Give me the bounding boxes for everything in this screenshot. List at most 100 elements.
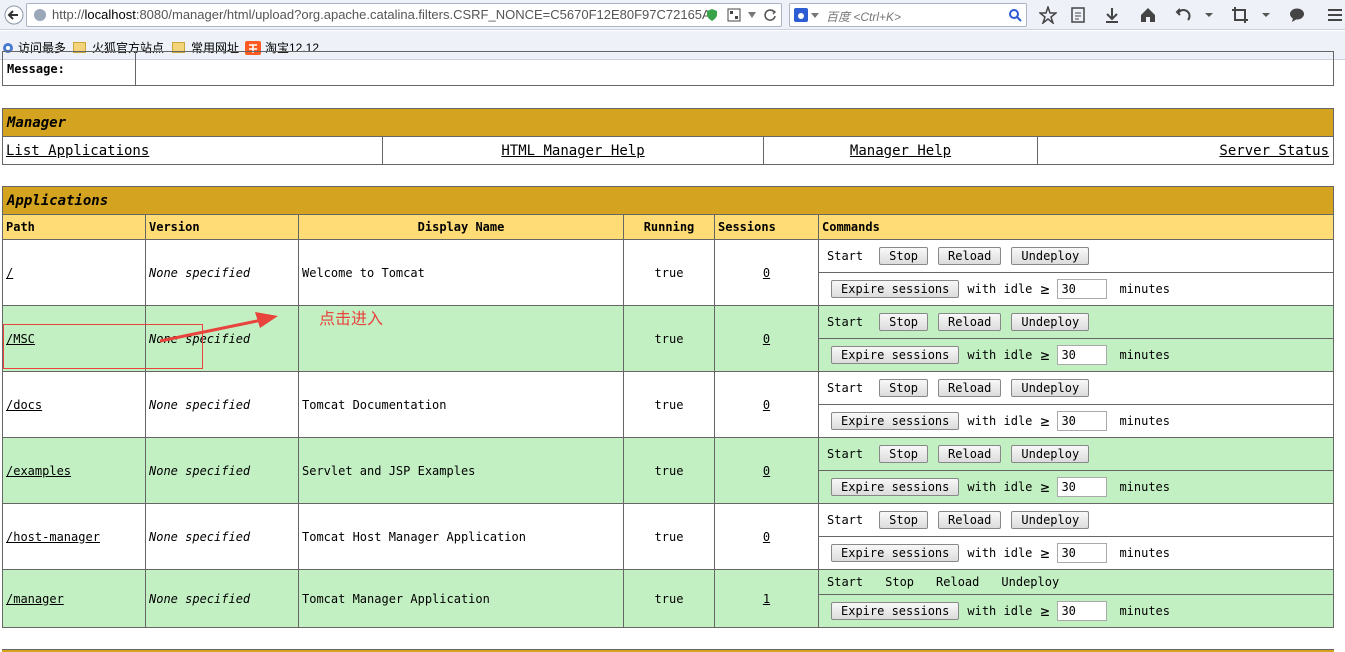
app-path-link[interactable]: /host-manager xyxy=(6,530,100,544)
app-path-link[interactable]: /manager xyxy=(6,592,64,606)
version-cell: None specified xyxy=(145,503,299,570)
column-header-commands: Commands xyxy=(818,214,1334,240)
idle-minutes-input[interactable]: 30 xyxy=(1057,279,1108,299)
home-button[interactable] xyxy=(1137,4,1159,26)
minutes-label: minutes xyxy=(1119,546,1171,560)
expire-sessions-button[interactable]: Expire sessions xyxy=(831,478,960,496)
sessions-link[interactable]: 0 xyxy=(763,464,770,478)
idle-minutes-input[interactable]: 30 xyxy=(1057,543,1108,563)
running-cell: true xyxy=(623,305,715,372)
menu-button[interactable] xyxy=(1324,4,1345,26)
sessions-cell: 0 xyxy=(714,239,819,306)
commands-cell: Start Stop Reload Undeploy Expire sessions wi… xyxy=(818,503,1334,570)
undeploy-button[interactable]: Undeploy xyxy=(1011,445,1090,463)
baidu-icon xyxy=(794,8,808,22)
path-cell: / xyxy=(2,239,146,306)
screenshot-button[interactable] xyxy=(1229,4,1251,26)
dropdown-arrow-icon[interactable] xyxy=(747,10,757,20)
reload-button[interactable]: Reload xyxy=(938,247,1002,265)
expire-sessions-button[interactable]: Expire sessions xyxy=(831,346,960,364)
search-bar[interactable]: 百度 <Ctrl+K> xyxy=(789,3,1027,27)
display-name-cell: Tomcat Host Manager Application xyxy=(298,503,624,570)
reload-button[interactable]: Reload xyxy=(938,445,1002,463)
reading-list-button[interactable] xyxy=(1067,4,1089,26)
minutes-label: minutes xyxy=(1119,282,1171,296)
url-rest: :8080/manager/html/upload?org.apache.cat… xyxy=(135,7,711,22)
path-cell: /host-manager xyxy=(2,503,146,570)
stop-button[interactable]: Stop xyxy=(879,445,929,463)
expire-sessions-button[interactable]: Expire sessions xyxy=(831,412,960,430)
server-status-link[interactable]: Server Status xyxy=(1219,143,1329,159)
minutes-label: minutes xyxy=(1119,604,1171,618)
search-icon[interactable] xyxy=(1008,8,1022,22)
idle-minutes-input[interactable]: 30 xyxy=(1057,411,1108,431)
command-row-start: Start Stop Reload Undeploy xyxy=(819,240,1333,272)
undeploy-button[interactable]: Undeploy xyxy=(1011,511,1090,529)
commands-cell: Start Stop Reload Undeploy Expire sessions wi… xyxy=(818,239,1334,306)
screenshot-menu-button[interactable] xyxy=(1255,4,1277,26)
column-header-display-name: Display Name xyxy=(298,214,624,240)
command-row-expire: Expire sessions with idle ≥30 minutes xyxy=(819,470,1333,503)
start-label: Start xyxy=(827,447,864,461)
expire-sessions-button[interactable]: Expire sessions xyxy=(831,280,960,298)
app-path-link[interactable]: /examples xyxy=(6,464,71,478)
search-engine-dropdown-icon[interactable] xyxy=(811,12,819,20)
chevron-down-icon xyxy=(1262,13,1270,17)
reload-button[interactable]: Reload xyxy=(938,379,1002,397)
manager-help-link[interactable]: Manager Help xyxy=(850,143,951,159)
command-row-start: Start Stop Reload Undeploy xyxy=(819,570,1333,594)
reload-icon[interactable] xyxy=(763,8,777,22)
sessions-cell: 0 xyxy=(714,371,819,438)
sessions-link[interactable]: 0 xyxy=(763,266,770,280)
manager-link-cell: Server Status xyxy=(1037,136,1334,165)
globe-icon xyxy=(34,9,46,21)
shield-icon[interactable] xyxy=(705,8,719,22)
stop-button[interactable]: Stop xyxy=(879,379,929,397)
qr-code-icon[interactable] xyxy=(727,8,741,22)
undo-menu-button[interactable] xyxy=(1198,4,1220,26)
sessions-link[interactable]: 0 xyxy=(763,398,770,412)
sessions-link[interactable]: 0 xyxy=(763,332,770,346)
html-manager-help-link[interactable]: HTML Manager Help xyxy=(501,143,644,159)
idle-minutes-input[interactable]: 30 xyxy=(1057,477,1108,497)
stop-label: Stop xyxy=(885,575,915,589)
idle-minutes-input[interactable]: 30 xyxy=(1057,601,1108,621)
with-idle-label: with idle xyxy=(967,414,1033,428)
app-path-link[interactable]: / xyxy=(6,266,13,280)
sessions-link[interactable]: 1 xyxy=(763,592,770,606)
stop-button[interactable]: Stop xyxy=(879,511,929,529)
downloads-button[interactable] xyxy=(1101,4,1123,26)
back-button[interactable] xyxy=(3,4,25,26)
reload-button[interactable]: Reload xyxy=(938,511,1002,529)
address-bar[interactable]: http://localhost:8080/manager/html/uploa… xyxy=(26,3,782,27)
undeploy-label: Undeploy xyxy=(1001,575,1060,589)
list-applications-link[interactable]: List Applications xyxy=(6,143,149,159)
undeploy-button[interactable]: Undeploy xyxy=(1011,247,1090,265)
undo-button[interactable] xyxy=(1172,4,1194,26)
display-name-cell: Servlet and JSP Examples xyxy=(298,437,624,504)
expire-sessions-button[interactable]: Expire sessions xyxy=(831,544,960,562)
table-row: /host-manager None specified Tomcat Host M… xyxy=(2,503,1334,570)
expire-sessions-button[interactable]: Expire sessions xyxy=(831,602,960,620)
running-cell: true xyxy=(623,371,715,438)
reload-button[interactable]: Reload xyxy=(938,313,1002,331)
running-cell: true xyxy=(623,503,715,570)
undeploy-button[interactable]: Undeploy xyxy=(1011,313,1090,331)
star-icon xyxy=(1039,6,1057,24)
with-idle-label: with idle xyxy=(967,348,1033,362)
start-label: Start xyxy=(827,513,864,527)
display-name-cell: Welcome to Tomcat xyxy=(298,239,624,306)
command-row-expire: Expire sessions with idle ≥30 minutes xyxy=(819,404,1333,437)
start-label: Start xyxy=(827,575,864,589)
bookmark-star-button[interactable] xyxy=(1037,4,1059,26)
app-path-link[interactable]: /docs xyxy=(6,398,42,412)
running-cell: true xyxy=(623,437,715,504)
stop-button[interactable]: Stop xyxy=(879,247,929,265)
column-header-sessions: Sessions xyxy=(714,214,819,240)
chat-button[interactable] xyxy=(1286,4,1308,26)
sessions-link[interactable]: 0 xyxy=(763,530,770,544)
column-header-version: Version xyxy=(145,214,299,240)
stop-button[interactable]: Stop xyxy=(879,313,929,331)
idle-minutes-input[interactable]: 30 xyxy=(1057,345,1108,365)
undeploy-button[interactable]: Undeploy xyxy=(1011,379,1090,397)
